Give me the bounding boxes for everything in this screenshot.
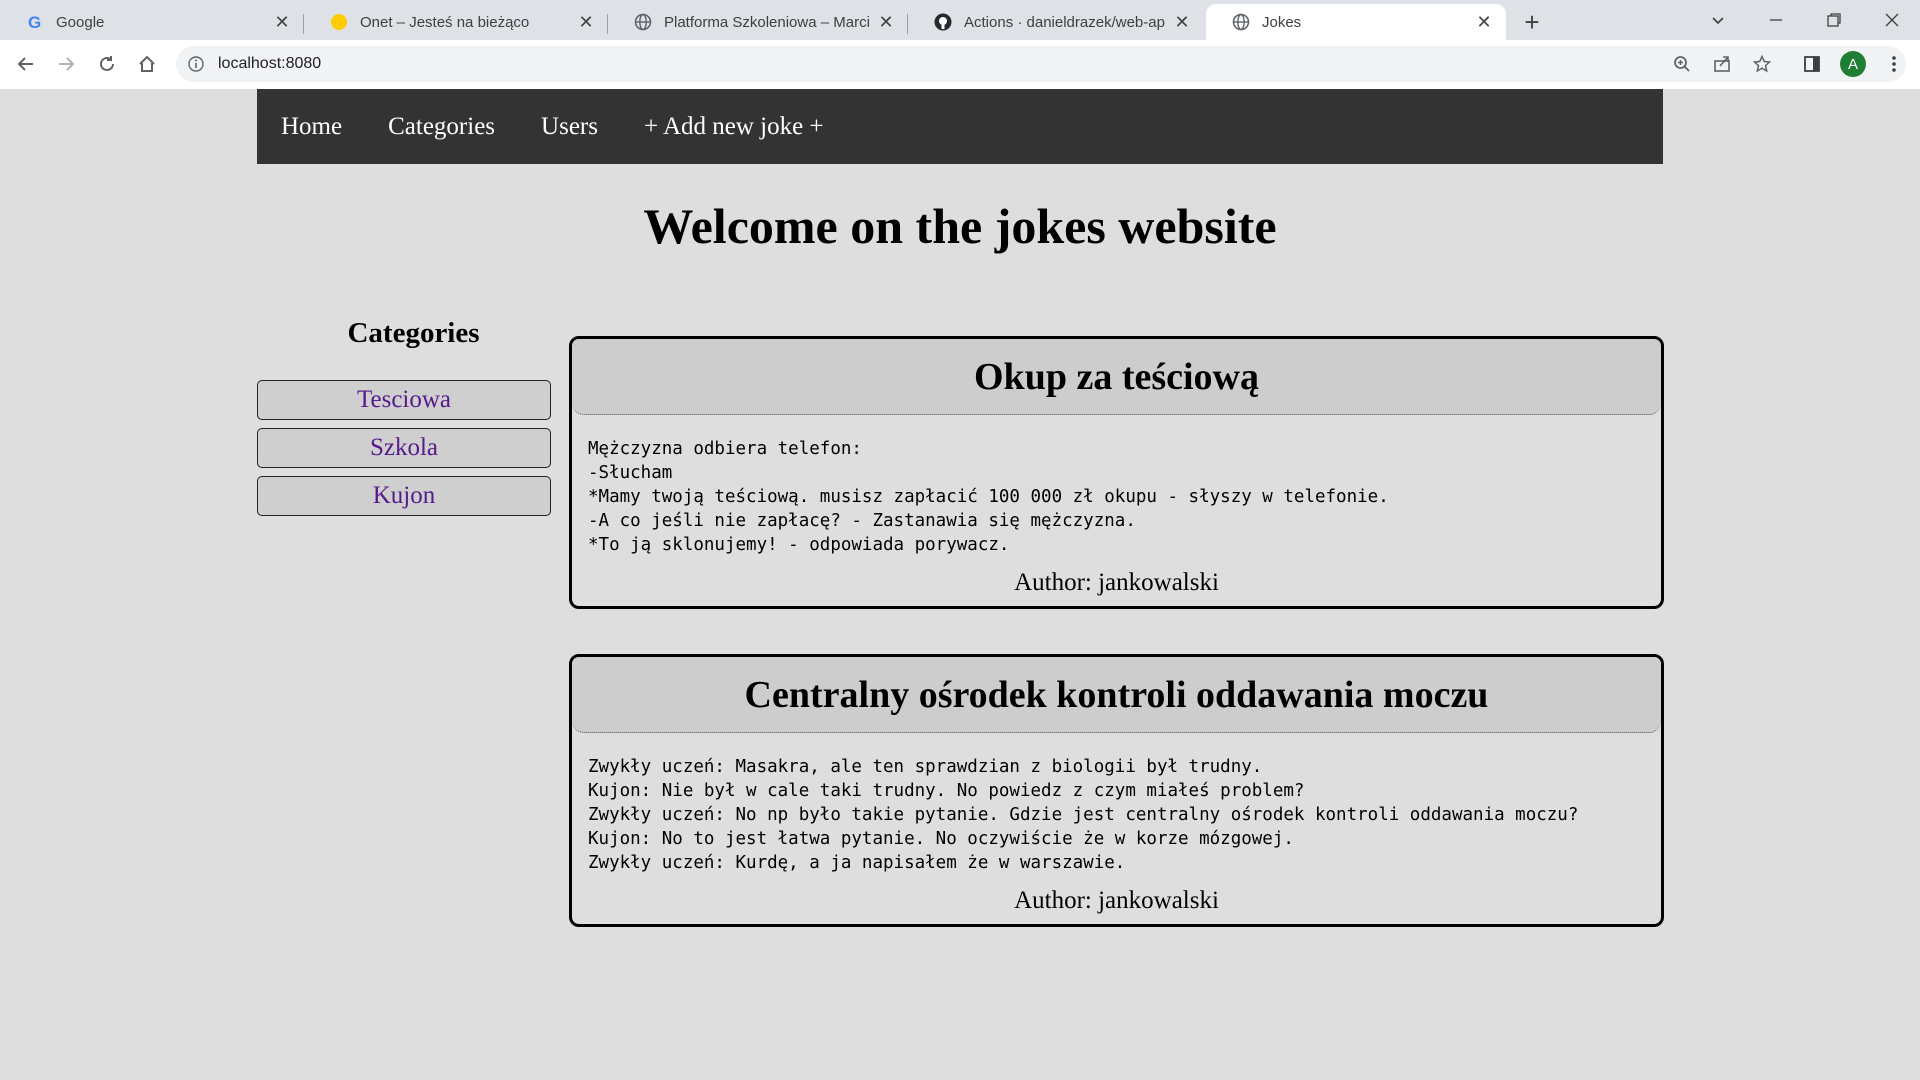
back-button[interactable]: [10, 48, 42, 80]
nav-categories-link[interactable]: Categories: [365, 113, 518, 141]
tab-google[interactable]: G Google ✕: [0, 4, 304, 40]
close-icon[interactable]: ✕: [1172, 12, 1192, 32]
nav-add-joke-link[interactable]: + Add new joke +: [621, 113, 847, 141]
tab-strip: G Google ✕ Onet – Jesteś na bieżąco ✕ Pl…: [0, 0, 1920, 40]
category-szkola-button[interactable]: Szkola: [257, 428, 551, 468]
share-icon[interactable]: [1706, 48, 1738, 80]
globe-icon: [634, 13, 652, 31]
info-icon[interactable]: [186, 54, 206, 74]
onet-icon: [330, 13, 348, 31]
category-tesciowa-button[interactable]: Tesciowa: [257, 380, 551, 420]
close-icon[interactable]: ✕: [272, 12, 292, 32]
restore-button[interactable]: [1814, 4, 1854, 36]
tab-platforma[interactable]: Platforma Szkoleniowa – Marcin ✕: [608, 4, 908, 40]
url-text[interactable]: localhost:8080: [218, 55, 321, 73]
tab-title: Actions · danieldrazek/web-app-j: [964, 13, 1166, 31]
tab-onet[interactable]: Onet – Jesteś na bieżąco ✕: [304, 4, 608, 40]
address-bar[interactable]: localhost:8080: [176, 46, 1906, 82]
zoom-icon[interactable]: [1666, 48, 1698, 80]
close-icon[interactable]: ✕: [1474, 12, 1494, 32]
menu-icon[interactable]: [1878, 48, 1910, 80]
nav-users-link[interactable]: Users: [518, 113, 621, 141]
nav-home-link[interactable]: Home: [257, 113, 365, 141]
tab-search-icon[interactable]: [1698, 4, 1738, 36]
close-icon[interactable]: ✕: [876, 12, 896, 32]
categories-heading: Categories: [347, 317, 480, 349]
avatar[interactable]: A: [1840, 51, 1866, 77]
bookmark-star-icon[interactable]: [1746, 48, 1778, 80]
joke-line: Kujon: No to jest łatwa pytanie. No oczy…: [588, 829, 1294, 849]
joke-line: Mężczyzna odbiera telefon:: [588, 439, 862, 459]
joke-title: Centralny ośrodek kontroli oddawania moc…: [744, 673, 1489, 716]
svg-text:G: G: [28, 13, 41, 31]
close-icon[interactable]: ✕: [576, 12, 596, 32]
joke-line: *Mamy twoją teściową. musisz zapłacić 10…: [588, 487, 1389, 507]
joke-text: Zwykły uczeń: Masakra, ale ten sprawdzia…: [572, 755, 1661, 875]
joke-line: -A co jeśli nie zapłacę? - Zastanawia si…: [588, 511, 1136, 531]
joke-header: Centralny ośrodek kontroli oddawania moc…: [572, 657, 1661, 733]
reload-button[interactable]: [91, 48, 123, 80]
globe-icon: [1232, 13, 1250, 31]
close-window-button[interactable]: [1872, 4, 1912, 36]
tab-title: Platforma Szkoleniowa – Marcin: [664, 13, 870, 31]
tab-title: Google: [56, 13, 105, 31]
joke-card: Okup za teściową Mężczyzna odbiera telef…: [569, 336, 1664, 609]
minimize-button[interactable]: [1756, 4, 1796, 36]
forward-button[interactable]: [50, 48, 82, 80]
joke-line: Zwykły uczeń: Masakra, ale ten sprawdzia…: [588, 757, 1263, 777]
tab-jokes[interactable]: Jokes ✕: [1206, 4, 1506, 40]
tab-title: Jokes: [1262, 13, 1302, 31]
joke-line: *To ją sklonujemy! - odpowiada porywacz.: [588, 535, 1010, 555]
home-button[interactable]: [131, 48, 163, 80]
page-title: Welcome on the jokes website: [643, 198, 1277, 254]
joke-line: Zwykły uczeń: No np było takie pytanie. …: [588, 805, 1579, 825]
tab-github-actions[interactable]: Actions · danieldrazek/web-app-j ✕: [908, 4, 1204, 40]
page-content: Home Categories Users + Add new joke + W…: [0, 89, 1920, 1080]
side-panel-icon[interactable]: [1796, 48, 1828, 80]
joke-line: Zwykły uczeń: Kurdę, a ja napisałem że w…: [588, 853, 1126, 873]
browser-toolbar: localhost:8080 A: [0, 40, 1920, 90]
joke-card: Centralny ośrodek kontroli oddawania moc…: [569, 654, 1664, 927]
joke-author: Author: jankowalski: [1014, 569, 1219, 596]
joke-text: Mężczyzna odbiera telefon: -Słucham *Mam…: [572, 437, 1661, 557]
joke-header: Okup za teściową: [572, 339, 1661, 415]
joke-line: -Słucham: [588, 463, 673, 483]
github-icon: [934, 13, 952, 31]
joke-author: Author: jankowalski: [1014, 887, 1219, 914]
site-navbar: Home Categories Users + Add new joke +: [257, 89, 1663, 164]
category-kujon-button[interactable]: Kujon: [257, 476, 551, 516]
new-tab-button[interactable]: +: [1518, 7, 1546, 37]
tab-title: Onet – Jesteś na bieżąco: [360, 13, 530, 31]
joke-title: Okup za teściową: [974, 355, 1259, 398]
joke-line: Kujon: Nie był w cale taki trudny. No po…: [588, 781, 1305, 801]
google-icon: G: [26, 13, 44, 31]
